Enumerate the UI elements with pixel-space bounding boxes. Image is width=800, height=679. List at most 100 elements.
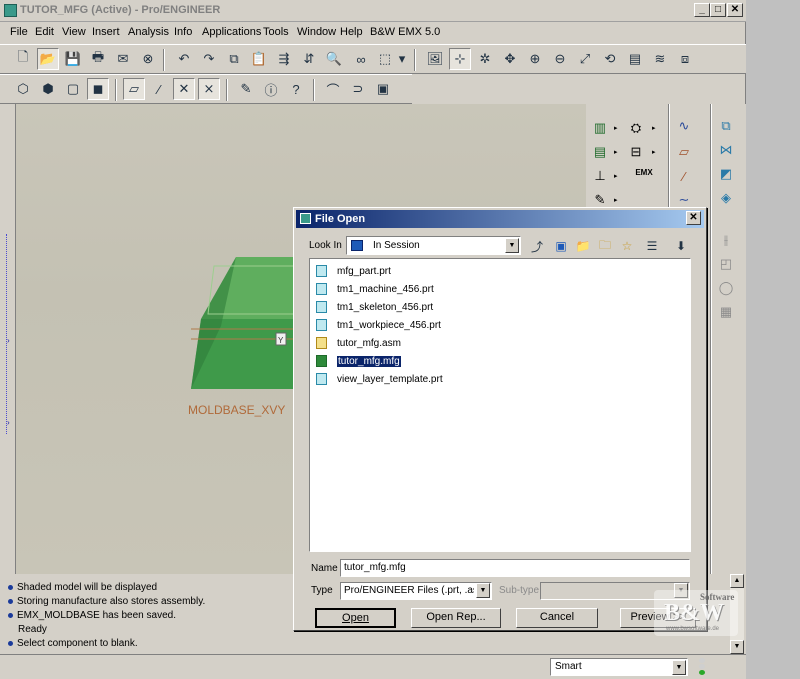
list-item-selected[interactable]: tutor_mfg.mfg [316, 353, 401, 369]
undo-icon[interactable]: ↶ [173, 48, 195, 70]
look-in-dropdown[interactable]: In Session ▼ [346, 236, 521, 255]
flyout-arrow-icon[interactable]: ▸ [614, 172, 618, 180]
file-list[interactable]: mfg_part.prt tm1_machine_456.prt tm1_ske… [309, 258, 691, 552]
emx-icon[interactable]: EMX [630, 162, 658, 182]
orient-mode-icon[interactable]: ✲ [474, 48, 496, 70]
up-folder-icon[interactable]: ⤴ [526, 235, 548, 257]
datum-planes-icon[interactable]: ▱ [123, 78, 145, 100]
ejector-pin-icon[interactable]: ⊥ [590, 166, 610, 186]
chevron-down-icon[interactable]: ▾ [396, 48, 408, 70]
flyout-arrow-icon[interactable]: ▸ [652, 124, 656, 132]
flyout-arrow-icon[interactable]: ▸ [652, 148, 656, 156]
new-folder-icon[interactable]: 🗀 [594, 235, 616, 257]
plate-icon[interactable]: ▤ [590, 142, 610, 162]
datum-curve-icon[interactable]: ∿ [674, 116, 694, 136]
zoom-in-icon[interactable]: ⊕ [524, 48, 546, 70]
working-dir-icon[interactable]: 📁 [572, 235, 594, 257]
minimize-button[interactable]: _ [694, 3, 710, 17]
shading-icon[interactable]: ◼ [87, 78, 109, 100]
redo-icon[interactable]: ↷ [198, 48, 220, 70]
spin-center-icon[interactable]: ⊹ [449, 48, 471, 70]
menu-view[interactable]: View [62, 26, 86, 38]
datum-points-icon[interactable]: ✕ [173, 78, 195, 100]
close-dialog-button[interactable]: ✕ [686, 211, 701, 225]
tools-icon[interactable]: ⬇ [670, 235, 692, 257]
saved-views-icon[interactable]: ▤ [624, 48, 646, 70]
datum-axis-icon[interactable]: ⁄ [674, 166, 694, 186]
list-item[interactable]: tutor_mfg.asm [316, 335, 401, 351]
menu-applications[interactable]: Applications [202, 26, 261, 38]
new-file-icon[interactable]: 🗋 [12, 48, 34, 70]
regenerate-icon[interactable]: ⇶ [273, 48, 295, 70]
scroll-down-icon[interactable]: ▼ [730, 640, 744, 654]
pan-icon[interactable]: ✥ [499, 48, 521, 70]
list-item[interactable]: view_layer_template.prt [316, 371, 443, 387]
menu-analysis[interactable]: Analysis [128, 26, 169, 38]
context-help-icon[interactable]: ? [285, 78, 307, 100]
open-button[interactable]: Open [315, 608, 396, 628]
no-hidden-icon[interactable]: ▢ [62, 78, 84, 100]
find-icon[interactable]: 🔍 [323, 48, 345, 70]
menu-insert[interactable]: Insert [92, 26, 120, 38]
in-session-icon[interactable]: ▣ [550, 235, 572, 257]
selection-filter-dropdown[interactable]: Smart ▼ [550, 658, 688, 676]
menu-edit[interactable]: Edit [35, 26, 54, 38]
list-view-icon[interactable]: ☰ [641, 235, 663, 257]
search-icon[interactable]: ∞ [350, 48, 372, 70]
menu-bw-emx[interactable]: B&W EMX 5.0 [370, 26, 440, 38]
repaint-icon[interactable]: 🖼 [424, 48, 446, 70]
datum-axes-icon[interactable]: ⁄ [148, 78, 170, 100]
copy-feature-icon[interactable]: ⧉ [716, 116, 736, 136]
scroll-up-icon[interactable]: ▲ [730, 574, 744, 588]
screw-icon[interactable]: ⊟ [626, 142, 646, 162]
solidify-icon[interactable]: ◯ [716, 278, 736, 298]
cancel-button[interactable]: Cancel [516, 608, 598, 628]
list-item[interactable]: tm1_skeleton_456.prt [316, 299, 433, 315]
close-window-icon[interactable]: ⊗ [137, 48, 159, 70]
pattern-icon[interactable]: ▦ [716, 302, 736, 322]
menu-help[interactable]: Help [340, 26, 363, 38]
mirror-icon[interactable]: ⋈ [716, 140, 736, 160]
flyout-arrow-icon[interactable]: ▸ [614, 196, 618, 204]
list-item[interactable]: tm1_workpiece_456.prt [316, 317, 441, 333]
open-rep-button[interactable]: Open Rep... [411, 608, 501, 628]
refit-icon[interactable]: ⤢ [574, 48, 596, 70]
surface-icon[interactable]: ◈ [716, 188, 736, 208]
menu-window[interactable]: Window [297, 26, 336, 38]
chevron-down-icon[interactable]: ▼ [476, 583, 490, 598]
model-info-icon[interactable]: ⓘ [260, 78, 282, 100]
tool-path-icon[interactable]: ⊃ [347, 78, 369, 100]
paste-icon[interactable]: 📋 [248, 48, 270, 70]
flyout-arrow-icon[interactable]: ▸ [614, 148, 618, 156]
sketch-icon[interactable]: ⌒ [322, 78, 344, 100]
flyout-arrow-icon[interactable]: ▸ [614, 124, 618, 132]
hidden-line-icon[interactable]: ⬢ [37, 78, 59, 100]
chevron-down-icon[interactable]: ▼ [505, 238, 519, 253]
file-type-dropdown[interactable]: Pro/ENGINEER Files (.prt, .asm ▼ [340, 582, 492, 600]
save-icon[interactable]: 💾 [62, 48, 84, 70]
list-item[interactable]: mfg_part.prt [316, 263, 391, 279]
datum-plane-icon[interactable]: ▱ [674, 142, 694, 162]
zoom-out-icon[interactable]: ⊖ [549, 48, 571, 70]
maximize-button[interactable]: □ [710, 3, 726, 17]
print-icon[interactable]: 🖶 [87, 48, 109, 70]
wireframe-icon[interactable]: ⬡ [12, 78, 34, 100]
copy-icon[interactable]: ⧉ [223, 48, 245, 70]
chevron-down-icon[interactable]: ▼ [672, 660, 686, 675]
favorites-icon[interactable]: ☆ [616, 235, 638, 257]
mold-base-icon[interactable]: ▥ [590, 118, 610, 138]
component-icon[interactable]: ⛭ [626, 118, 646, 138]
regen-manager-icon[interactable]: ⇵ [298, 48, 320, 70]
expand-arrow-icon[interactable]: › [7, 418, 10, 427]
menu-info[interactable]: Info [174, 26, 192, 38]
offset-icon[interactable]: ◰ [716, 254, 736, 274]
list-item[interactable]: tm1_machine_456.prt [316, 281, 434, 297]
expand-arrow-icon[interactable]: › [7, 336, 10, 345]
coordinate-systems-icon[interactable]: ⨯ [198, 78, 220, 100]
selection-box-icon[interactable]: ⬚ [374, 48, 396, 70]
mail-icon[interactable]: ✉ [112, 48, 134, 70]
file-name-field[interactable]: tutor_mfg.mfg [340, 559, 690, 577]
view-manager-icon[interactable]: ⧈ [674, 48, 696, 70]
reorient-icon[interactable]: ⟲ [599, 48, 621, 70]
menu-file[interactable]: File [10, 26, 28, 38]
